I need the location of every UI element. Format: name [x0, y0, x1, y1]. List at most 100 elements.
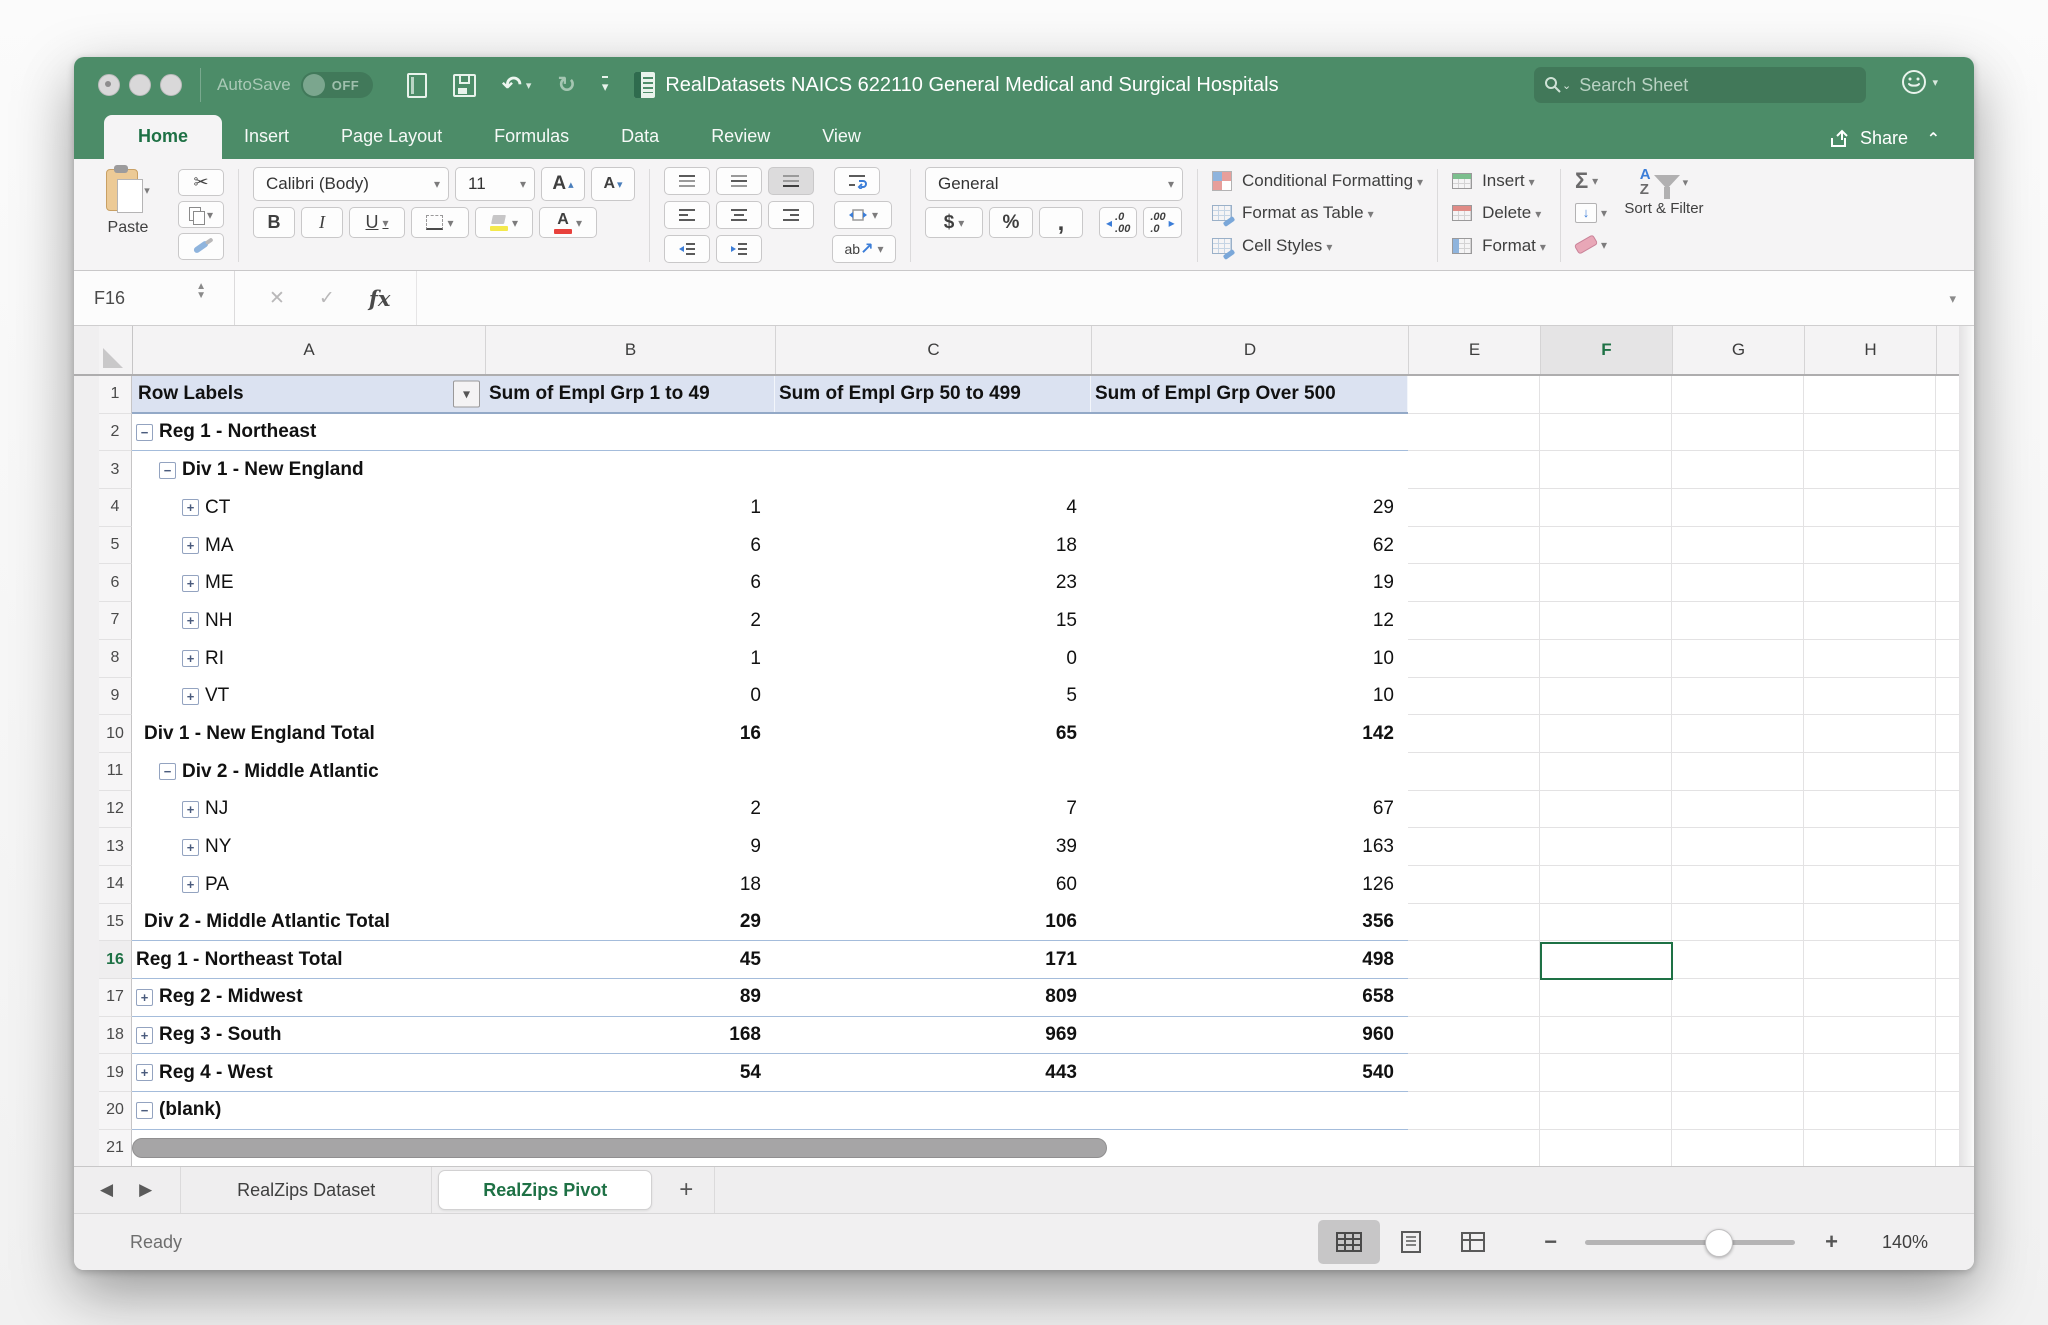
- undo-button[interactable]: ▾: [502, 71, 532, 100]
- expand-button[interactable]: +: [182, 801, 199, 818]
- cell-C7[interactable]: 15: [775, 602, 1091, 640]
- cell-E5[interactable]: [1408, 527, 1540, 565]
- zoom-button[interactable]: [160, 74, 182, 96]
- cell-G6[interactable]: [1672, 564, 1804, 602]
- row-header-3[interactable]: 3: [99, 451, 132, 489]
- expand-button[interactable]: +: [182, 537, 199, 554]
- cell-E14[interactable]: [1408, 866, 1540, 904]
- cell-H15[interactable]: [1804, 904, 1936, 942]
- row-header-15[interactable]: 15: [99, 904, 132, 942]
- cell-F9[interactable]: [1540, 678, 1672, 716]
- vertical-scrollbar-track[interactable]: [1959, 326, 1974, 1166]
- cell-F6[interactable]: [1540, 564, 1672, 602]
- ribbon-tab-home[interactable]: Home: [104, 115, 222, 159]
- text-orientation-button[interactable]: ab↗: [832, 235, 896, 263]
- row-header-13[interactable]: 13: [99, 828, 132, 866]
- cell-E12[interactable]: [1408, 791, 1540, 829]
- borders-button[interactable]: [411, 207, 469, 238]
- cell-C18[interactable]: 969: [775, 1017, 1091, 1054]
- minimize-button[interactable]: [129, 74, 151, 96]
- cell-E18[interactable]: [1408, 1017, 1540, 1055]
- cell-D14[interactable]: 126: [1091, 866, 1408, 904]
- cell-D19[interactable]: 540: [1091, 1054, 1408, 1091]
- cell-E16[interactable]: [1408, 941, 1540, 979]
- cell-H1[interactable]: [1804, 376, 1936, 414]
- cell-E6[interactable]: [1408, 564, 1540, 602]
- cell-E7[interactable]: [1408, 602, 1540, 640]
- cell-F5[interactable]: [1540, 527, 1672, 565]
- autosave-toggle[interactable]: OFF: [301, 72, 373, 98]
- cell-G1[interactable]: [1672, 376, 1804, 414]
- align-left-button[interactable]: [664, 201, 710, 229]
- cell-A17[interactable]: +Reg 2 - Midwest: [132, 979, 485, 1016]
- expand-button[interactable]: +: [136, 1027, 153, 1044]
- cell-G16[interactable]: [1672, 941, 1804, 979]
- share-button[interactable]: Share: [1829, 128, 1908, 149]
- format-cells-button[interactable]: Format: [1452, 232, 1546, 260]
- row-header-21[interactable]: 21: [99, 1130, 132, 1166]
- zoom-slider[interactable]: [1585, 1240, 1795, 1245]
- delete-cells-button[interactable]: Delete: [1452, 199, 1546, 227]
- cell-H7[interactable]: [1804, 602, 1936, 640]
- cell-B1[interactable]: Sum of Empl Grp 1 to 49: [485, 376, 775, 412]
- cell-A20[interactable]: −(blank): [132, 1092, 485, 1129]
- ribbon-tab-insert[interactable]: Insert: [244, 115, 289, 159]
- redo-button[interactable]: [557, 72, 575, 98]
- ribbon-tab-page-layout[interactable]: Page Layout: [341, 115, 442, 159]
- italic-button[interactable]: I: [301, 207, 343, 238]
- cell-B18[interactable]: 168: [485, 1017, 775, 1054]
- cell-D20[interactable]: [1091, 1092, 1408, 1129]
- cell-G10[interactable]: [1672, 715, 1804, 753]
- cell-F12[interactable]: [1540, 791, 1672, 829]
- expand-button[interactable]: +: [182, 499, 199, 516]
- cell-D2[interactable]: [1091, 414, 1408, 451]
- cell-E15[interactable]: [1408, 904, 1540, 942]
- cell-F4[interactable]: [1540, 489, 1672, 527]
- cell-A16[interactable]: Reg 1 - Northeast Total: [132, 941, 485, 978]
- cell-D10[interactable]: 142: [1091, 715, 1408, 753]
- cell-D4[interactable]: 29: [1091, 489, 1408, 527]
- cell-F8[interactable]: [1540, 640, 1672, 678]
- fill-color-button[interactable]: [475, 207, 533, 238]
- column-header-E[interactable]: E: [1409, 326, 1541, 374]
- cell-F14[interactable]: [1540, 866, 1672, 904]
- format-as-table-button[interactable]: Format as Table: [1212, 199, 1423, 227]
- row-header-20[interactable]: 20: [99, 1092, 132, 1130]
- cell-F13[interactable]: [1540, 828, 1672, 866]
- cell-B17[interactable]: 89: [485, 979, 775, 1016]
- ribbon-tab-view[interactable]: View: [822, 115, 861, 159]
- cell-H19[interactable]: [1804, 1054, 1936, 1092]
- cell-C3[interactable]: [775, 451, 1091, 489]
- normal-view-button[interactable]: [1318, 1220, 1380, 1264]
- row-header-8[interactable]: 8: [99, 640, 132, 678]
- decrease-font-size-button[interactable]: A▾: [591, 167, 635, 201]
- column-header-G[interactable]: G: [1673, 326, 1805, 374]
- cell-H4[interactable]: [1804, 489, 1936, 527]
- cell-E11[interactable]: [1408, 753, 1540, 791]
- cell-A8[interactable]: +RI: [132, 640, 485, 678]
- cell-B20[interactable]: [485, 1092, 775, 1129]
- next-sheet-button[interactable]: ▶: [139, 1180, 152, 1200]
- merge-center-button[interactable]: [834, 201, 892, 229]
- format-painter-button[interactable]: [178, 233, 224, 260]
- ribbon-tab-formulas[interactable]: Formulas: [494, 115, 569, 159]
- cell-G8[interactable]: [1672, 640, 1804, 678]
- cell-E1[interactable]: [1408, 376, 1540, 414]
- zoom-in-button[interactable]: +: [1825, 1229, 1838, 1255]
- autosum-button[interactable]: Σ: [1575, 167, 1607, 194]
- cell-F21[interactable]: [1540, 1130, 1672, 1166]
- cell-D6[interactable]: 19: [1091, 564, 1408, 602]
- cell-G19[interactable]: [1672, 1054, 1804, 1092]
- page-break-preview-button[interactable]: [1442, 1220, 1504, 1264]
- cell-H10[interactable]: [1804, 715, 1936, 753]
- cell-C20[interactable]: [775, 1092, 1091, 1129]
- fill-button[interactable]: ↓: [1575, 199, 1607, 226]
- column-header-B[interactable]: B: [486, 326, 776, 374]
- row-header-1[interactable]: 1: [99, 376, 132, 414]
- cell-B16[interactable]: 45: [485, 941, 775, 978]
- cell-G15[interactable]: [1672, 904, 1804, 942]
- name-box[interactable]: F16 ▲▼: [74, 271, 234, 325]
- cell-G5[interactable]: [1672, 527, 1804, 565]
- cell-styles-button[interactable]: Cell Styles: [1212, 232, 1423, 260]
- cell-G11[interactable]: [1672, 753, 1804, 791]
